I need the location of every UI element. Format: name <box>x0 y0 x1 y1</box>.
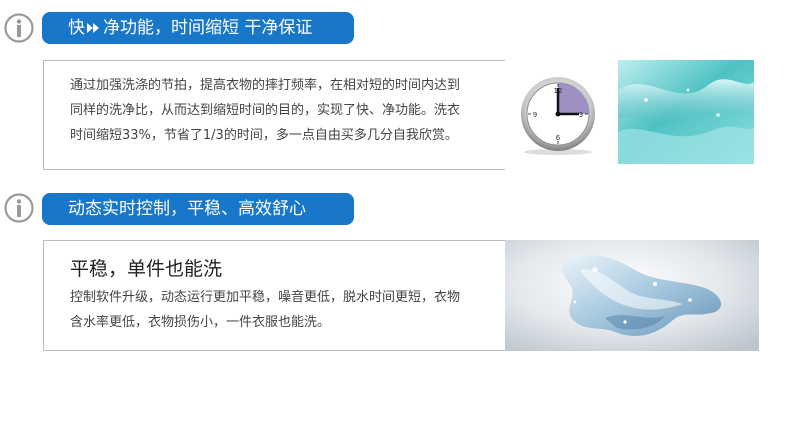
title-part-fast: 快 <box>68 18 85 38</box>
double-arrow-icon <box>87 23 99 33</box>
stable-wash-heading: 平稳，单件也能洗 <box>70 258 223 280</box>
stable-wash-description: 控制软件升级，动态运行更加平稳，噪音更低，脱水时间更短，衣物 含水率更低，衣物损… <box>70 285 460 335</box>
section-title-fast-clean: 快净功能，时间缩短 干净保证 <box>42 12 354 44</box>
clock-numeral: 3 <box>579 111 583 119</box>
description-line: 含水率更低，衣物损伤小，一件衣服也能洗。 <box>70 315 331 330</box>
description-line: 通过加强洗涤的节拍，提高衣物的摔打频率，在相对短的时间内达到 <box>70 78 461 93</box>
info-icon <box>4 193 34 223</box>
clock-numeral: 6 <box>556 134 561 142</box>
fast-clean-description: 通过加强洗涤的节拍，提高衣物的摔打频率，在相对短的时间内达到 同样的洗净比，从而… <box>70 73 460 148</box>
description-line: 时间缩短33%，节省了1/3的时间，多一点自由买多几分自我欣赏。 <box>70 128 458 143</box>
water-splash-image <box>618 60 754 164</box>
clock-icon: 12 3 6 9 <box>521 77 595 155</box>
clock-numeral: 9 <box>533 111 537 119</box>
info-icon <box>4 13 34 43</box>
floating-fabric-image <box>505 240 759 351</box>
description-line: 控制软件升级，动态运行更加平稳，噪音更低，脱水时间更短，衣物 <box>70 290 461 305</box>
description-line: 同样的洗净比，从而达到缩短时间的目的，实现了快、净功能。洗衣 <box>70 103 461 118</box>
title-part-clean: 净功能，时间缩短 干净保证 <box>103 18 313 38</box>
section-title-dynamic-control: 动态实时控制，平稳、高效舒心 <box>42 193 354 225</box>
